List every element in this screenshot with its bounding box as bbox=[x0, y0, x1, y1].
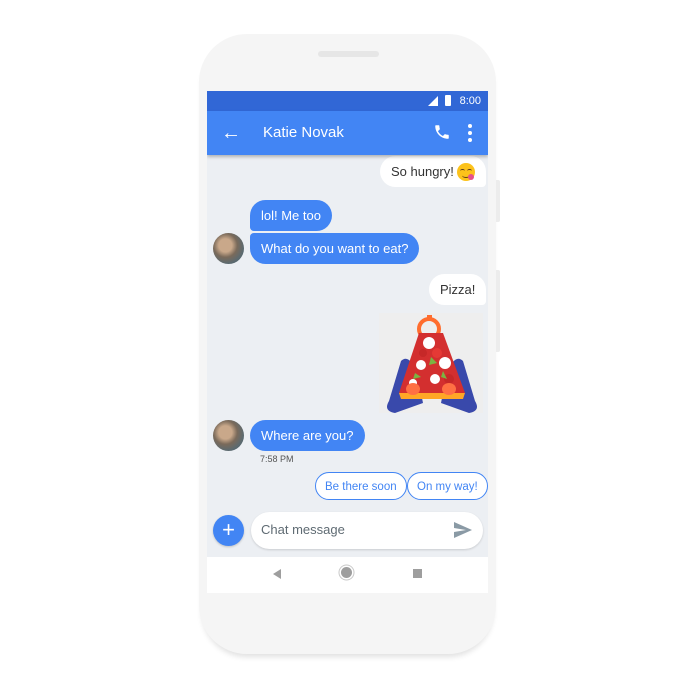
message-text: So hungry! bbox=[391, 164, 454, 179]
message-incoming: What do you want to eat? bbox=[250, 233, 420, 264]
message-text: lol! Me too bbox=[261, 208, 321, 223]
message-outgoing: Pizza! bbox=[429, 274, 487, 305]
nav-back-icon[interactable] bbox=[273, 569, 281, 579]
nav-recents-icon[interactable] bbox=[413, 569, 422, 578]
message-text: What do you want to eat? bbox=[261, 241, 409, 256]
arrow-left-icon[interactable]: ← bbox=[221, 122, 241, 144]
conversation-title: Katie Novak bbox=[263, 124, 344, 141]
compose-bar: + Chat message bbox=[207, 509, 488, 555]
smart-reply-chip[interactable]: On my way! bbox=[407, 472, 488, 500]
message-timestamp: 7:58 PM bbox=[260, 454, 294, 464]
message-text: Where are you? bbox=[261, 428, 354, 443]
send-icon[interactable] bbox=[454, 522, 472, 538]
battery-icon bbox=[445, 95, 451, 106]
status-time: 8:00 bbox=[459, 95, 481, 107]
signal-icon bbox=[428, 96, 438, 106]
message-incoming: Where are you? bbox=[250, 420, 365, 451]
chat-message-input[interactable]: Chat message bbox=[251, 512, 483, 549]
phone-speaker bbox=[318, 51, 379, 57]
navigation-bar bbox=[207, 557, 488, 593]
volume-button bbox=[496, 270, 500, 352]
plus-icon[interactable]: + bbox=[213, 515, 244, 546]
smart-reply-chip[interactable]: Be there soon bbox=[315, 472, 407, 500]
status-bar: 8:00 bbox=[207, 91, 488, 111]
contact-avatar[interactable] bbox=[213, 233, 244, 264]
phone-icon[interactable] bbox=[433, 123, 451, 141]
message-incoming: lol! Me too bbox=[250, 200, 332, 231]
face-savoring-food-icon bbox=[456, 162, 475, 181]
more-vert-icon[interactable] bbox=[467, 123, 473, 143]
contact-avatar[interactable] bbox=[213, 420, 244, 451]
power-button bbox=[496, 180, 500, 222]
screen: 8:00 ← Katie Novak So hungry! lol! Me to… bbox=[207, 91, 488, 593]
pizza-slice-sticker bbox=[379, 313, 483, 413]
message-text: Pizza! bbox=[440, 282, 476, 297]
message-outgoing: So hungry! bbox=[380, 156, 486, 187]
app-bar: ← Katie Novak bbox=[207, 111, 488, 155]
chat-message-placeholder: Chat message bbox=[261, 522, 345, 537]
nav-home-icon[interactable] bbox=[341, 567, 352, 578]
